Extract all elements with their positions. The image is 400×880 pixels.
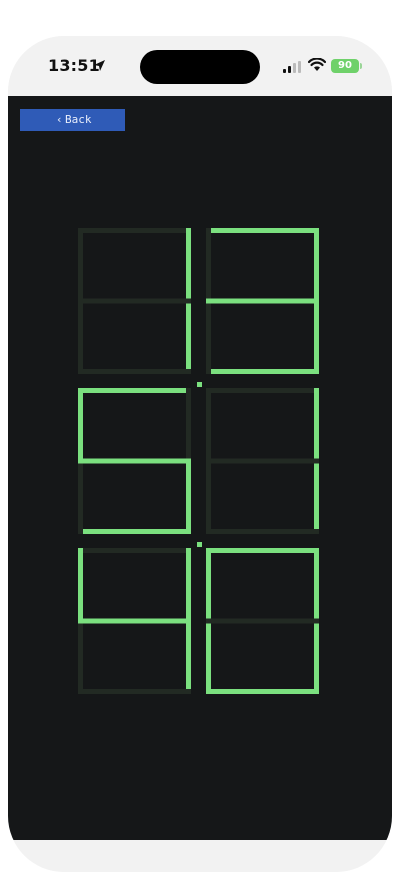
separator-dot-2 [197,542,202,547]
matchstick-clock-display [78,228,319,694]
segment-a[interactable] [78,548,191,553]
segment-e[interactable] [78,301,83,374]
segment-g[interactable] [78,298,191,304]
segment-a[interactable] [206,388,319,393]
digit-3 [78,388,191,534]
segment-c[interactable] [186,621,191,694]
segment-a[interactable] [78,228,191,233]
home-indicator-area [8,840,392,872]
segment-c[interactable] [314,461,319,534]
digit-4 [206,388,319,534]
signal-icon [283,61,301,73]
segment-a[interactable] [206,228,319,233]
segment-b[interactable] [186,388,191,461]
segment-d[interactable] [78,689,191,694]
segment-e[interactable] [78,621,83,694]
segment-d[interactable] [206,369,319,374]
battery-level: 90 [338,60,352,71]
segment-g[interactable] [206,618,319,624]
digit-2 [206,228,319,374]
segment-c[interactable] [186,461,191,534]
segment-f[interactable] [206,548,211,621]
segment-c[interactable] [186,301,191,374]
digit-6 [206,548,319,694]
segment-f[interactable] [206,228,211,301]
segment-f[interactable] [78,548,83,621]
segment-c[interactable] [314,621,319,694]
segment-e[interactable] [206,301,211,374]
segment-d[interactable] [206,529,319,534]
segment-b[interactable] [186,548,191,621]
segment-b[interactable] [314,388,319,461]
segment-a[interactable] [206,548,319,553]
segment-g[interactable] [78,458,191,464]
separator-dot-1 [197,382,202,387]
battery-cap [360,63,362,69]
segment-e[interactable] [206,461,211,534]
location-arrow-icon [94,60,105,71]
dynamic-island [140,50,260,84]
segment-b[interactable] [314,228,319,301]
status-bar: 13:51 90 [8,36,392,96]
segment-a[interactable] [78,388,191,393]
segment-d[interactable] [78,529,191,534]
segment-g[interactable] [78,618,191,624]
digit-1 [78,228,191,374]
digit-5 [78,548,191,694]
phone-frame: 13:51 90 ‹ Back [8,36,392,872]
segment-g[interactable] [206,298,319,304]
segment-b[interactable] [186,228,191,301]
segment-e[interactable] [206,621,211,694]
segment-d[interactable] [78,369,191,374]
segment-b[interactable] [314,548,319,621]
segment-g[interactable] [206,458,319,464]
segment-d[interactable] [206,689,319,694]
app-screen: ‹ Back [8,96,392,840]
segment-f[interactable] [78,228,83,301]
segment-e[interactable] [78,461,83,534]
segment-c[interactable] [314,301,319,374]
wifi-icon [308,58,326,71]
segment-f[interactable] [78,388,83,461]
segment-f[interactable] [206,388,211,461]
battery-indicator: 90 [331,59,359,73]
